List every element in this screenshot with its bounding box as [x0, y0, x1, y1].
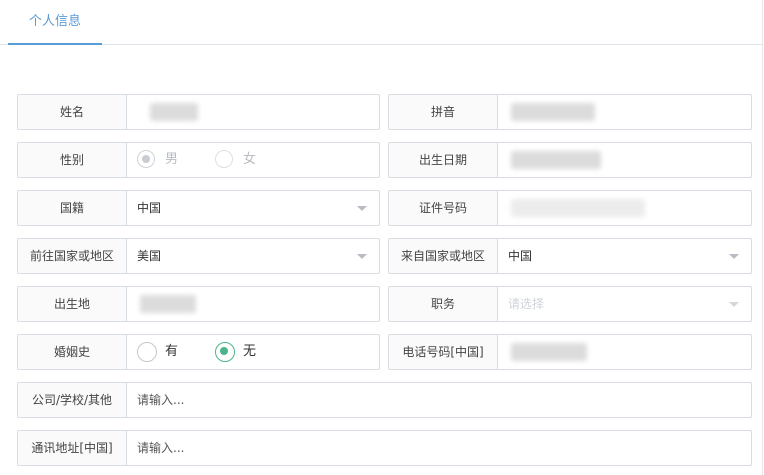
marital-option-yes-label: 有 — [165, 344, 179, 359]
marital-option-yes[interactable]: 有 — [137, 335, 197, 369]
radio-unchecked-icon — [215, 150, 233, 168]
marital-option-no-label: 无 — [243, 344, 257, 359]
marital-history-label: 婚姻史 — [18, 335, 127, 369]
chevron-down-icon — [729, 254, 739, 259]
chevron-down-icon — [357, 254, 367, 259]
radio-checked-icon — [215, 342, 235, 362]
company-label: 公司/学校/其他 — [18, 383, 127, 417]
radio-unchecked-icon — [137, 342, 157, 362]
address-label: 通讯地址[中国] — [18, 431, 127, 465]
tab-active-indicator — [8, 43, 102, 45]
gender-option-male-label: 男 — [165, 152, 179, 167]
name-label: 姓名 — [18, 95, 127, 129]
destination-label: 前往国家或地区 — [18, 239, 127, 273]
gender-label: 性别 — [18, 143, 127, 177]
address-placeholder: 请输入... — [137, 441, 185, 455]
birth-date-field[interactable]: 出生日期 — [388, 142, 752, 178]
marital-history-field: 婚姻史 有 无 — [17, 334, 380, 370]
phone-field[interactable]: 电话号码[中国] — [388, 334, 752, 370]
birth-date-value-redacted — [511, 151, 601, 169]
marital-option-no[interactable]: 无 — [215, 335, 275, 369]
birthplace-value-redacted — [140, 295, 196, 313]
chevron-down-icon — [729, 302, 739, 307]
gender-option-female[interactable]: 女 — [215, 143, 275, 177]
name-value-redacted — [150, 103, 198, 121]
tab-personal-info[interactable]: 个人信息 — [8, 0, 102, 44]
phone-value-redacted — [511, 343, 587, 361]
gender-option-male[interactable]: 男 — [137, 143, 197, 177]
radio-checked-icon — [137, 150, 155, 168]
company-placeholder: 请输入... — [137, 393, 185, 407]
pinyin-field[interactable]: 拼音 — [388, 94, 752, 130]
company-input[interactable]: 公司/学校/其他 请输入... — [17, 382, 752, 418]
address-input[interactable]: 通讯地址[中国] 请输入... — [17, 430, 752, 466]
birthplace-label: 出生地 — [18, 287, 127, 321]
pinyin-value-redacted — [511, 103, 595, 121]
position-placeholder: 请选择 — [508, 297, 545, 311]
origin-label: 来自国家或地区 — [389, 239, 498, 273]
nationality-value: 中国 — [137, 201, 162, 215]
tab-bar: 个人信息 — [0, 0, 763, 45]
position-select[interactable]: 职务 请选择 — [388, 286, 752, 322]
destination-value: 美国 — [137, 249, 162, 263]
origin-value: 中国 — [508, 249, 533, 263]
gender-field: 性别 男 女 — [17, 142, 380, 178]
phone-label: 电话号码[中国] — [389, 335, 498, 369]
birth-date-label: 出生日期 — [389, 143, 498, 177]
name-field[interactable]: 姓名 — [17, 94, 380, 130]
id-number-label: 证件号码 — [389, 191, 498, 225]
gender-option-female-label: 女 — [243, 152, 257, 167]
destination-select[interactable]: 前往国家或地区 美国 — [17, 238, 380, 274]
pinyin-label: 拼音 — [389, 95, 498, 129]
nationality-label: 国籍 — [18, 191, 127, 225]
position-label: 职务 — [389, 287, 498, 321]
tab-label: 个人信息 — [28, 14, 81, 29]
id-number-field[interactable]: 证件号码 — [388, 190, 752, 226]
nationality-select[interactable]: 国籍 中国 — [17, 190, 380, 226]
origin-select[interactable]: 来自国家或地区 中国 — [388, 238, 752, 274]
chevron-down-icon — [357, 206, 367, 211]
birthplace-field[interactable]: 出生地 — [17, 286, 380, 322]
id-number-value-redacted — [511, 199, 645, 217]
